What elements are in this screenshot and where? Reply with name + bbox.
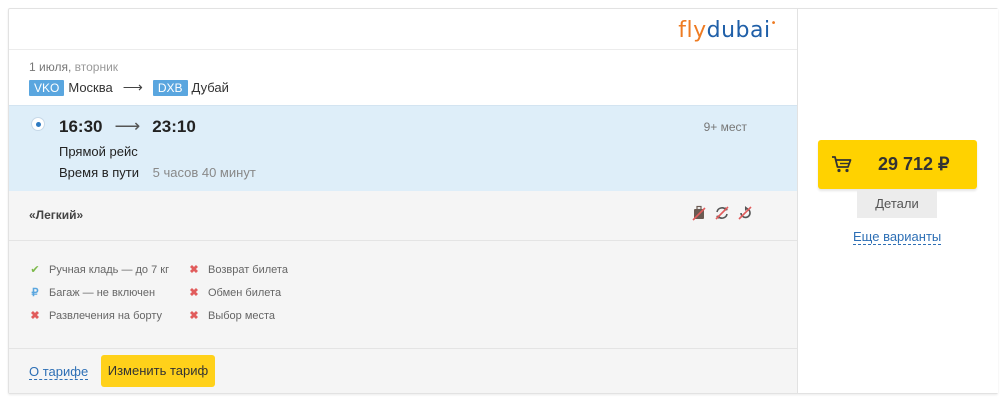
tariff-block: «Легкий» ✔ Ручная кладь — до 7 кг ₽ Бага… bbox=[9, 191, 797, 393]
cross-icon: ✖ bbox=[30, 310, 40, 322]
route-line: VKO Москва ⟶ DXB Дубай bbox=[29, 79, 229, 96]
exchange-crossed-icon bbox=[715, 205, 729, 221]
flight-details: flydubai• 1 июля, вторник VKO Москва ⟶ D… bbox=[9, 9, 797, 393]
origin-code: VKO bbox=[29, 79, 65, 96]
feature-label: Развлечения на борту bbox=[49, 309, 163, 322]
feature-label: Возврат билета bbox=[208, 263, 288, 276]
refund-crossed-icon bbox=[738, 205, 752, 221]
ruble-icon: ₽ bbox=[31, 287, 39, 299]
tariff-icons bbox=[692, 205, 752, 221]
feature-seat-selection: ✖ Выбор места bbox=[188, 309, 276, 323]
feature-label: Выбор места bbox=[208, 309, 276, 322]
cross-icon: ✖ bbox=[189, 264, 199, 276]
details-button[interactable]: Детали bbox=[857, 190, 937, 218]
more-options-link[interactable]: Еще варианты bbox=[853, 230, 942, 245]
price-panel: 29 712 ₽ Детали Еще варианты bbox=[797, 9, 998, 393]
feature-label: Ручная кладь — до 7 кг bbox=[49, 263, 170, 276]
time-arrow-icon: ⟶ bbox=[114, 116, 141, 136]
tariff-name: «Легкий» bbox=[29, 208, 84, 222]
check-icon: ✔ bbox=[30, 264, 40, 276]
depart-time: 16:30 bbox=[59, 116, 103, 136]
flight-segment[interactable]: 16:30 ⟶ 23:10 9+ мест Прямой рейс Время … bbox=[9, 105, 797, 192]
destination-code: DXB bbox=[152, 79, 188, 96]
flight-date: 1 июля, вторник bbox=[29, 60, 118, 74]
ticket-card: flydubai• 1 июля, вторник VKO Москва ⟶ D… bbox=[8, 8, 998, 394]
direct-flight-label: Прямой рейс bbox=[59, 144, 138, 159]
flight-times: 16:30 ⟶ 23:10 bbox=[59, 116, 196, 137]
weekday-text: вторник bbox=[74, 60, 119, 74]
arrive-time: 23:10 bbox=[152, 116, 196, 136]
route-arrow-icon: ⟶ bbox=[122, 79, 143, 95]
about-tariff-link[interactable]: О тарифе bbox=[29, 365, 89, 380]
feature-exchange: ✖ Обмен билета bbox=[188, 286, 282, 300]
seats-available: 9+ мест bbox=[703, 120, 747, 134]
logo-dubai-text: dubai bbox=[706, 18, 771, 43]
duration: Время в пути 5 часов 40 минут bbox=[59, 165, 256, 180]
duration-value: 5 часов 40 минут bbox=[152, 165, 256, 180]
change-tariff-button[interactable]: Изменить тариф bbox=[101, 355, 215, 387]
cross-icon: ✖ bbox=[189, 310, 199, 322]
logo-fly-text: fly bbox=[678, 18, 707, 43]
tariff-footer-divider bbox=[9, 348, 797, 349]
cart-icon bbox=[831, 155, 853, 173]
card-header: flydubai• bbox=[9, 9, 797, 50]
feature-entertainment: ✖ Развлечения на борту bbox=[29, 309, 163, 323]
feature-label: Обмен билета bbox=[208, 286, 282, 299]
segment-radio[interactable] bbox=[31, 117, 45, 131]
airline-logo: flydubai• bbox=[678, 18, 777, 43]
cross-icon: ✖ bbox=[189, 287, 199, 299]
feature-label: Багаж — не включен bbox=[49, 286, 156, 299]
destination-city: Дубай bbox=[191, 80, 229, 95]
date-text: 1 июля, bbox=[29, 60, 72, 74]
feature-baggage: ₽ Багаж — не включен bbox=[29, 286, 156, 300]
feature-refund: ✖ Возврат билета bbox=[188, 263, 288, 277]
feature-hand-luggage: ✔ Ручная кладь — до 7 кг bbox=[29, 263, 170, 277]
buy-button[interactable]: 29 712 ₽ bbox=[818, 140, 977, 189]
tariff-divider bbox=[9, 240, 797, 241]
origin-city: Москва bbox=[68, 80, 113, 95]
price-amount: 29 712 ₽ bbox=[878, 154, 950, 174]
duration-label: Время в пути bbox=[59, 165, 139, 180]
baggage-crossed-icon bbox=[692, 205, 706, 221]
